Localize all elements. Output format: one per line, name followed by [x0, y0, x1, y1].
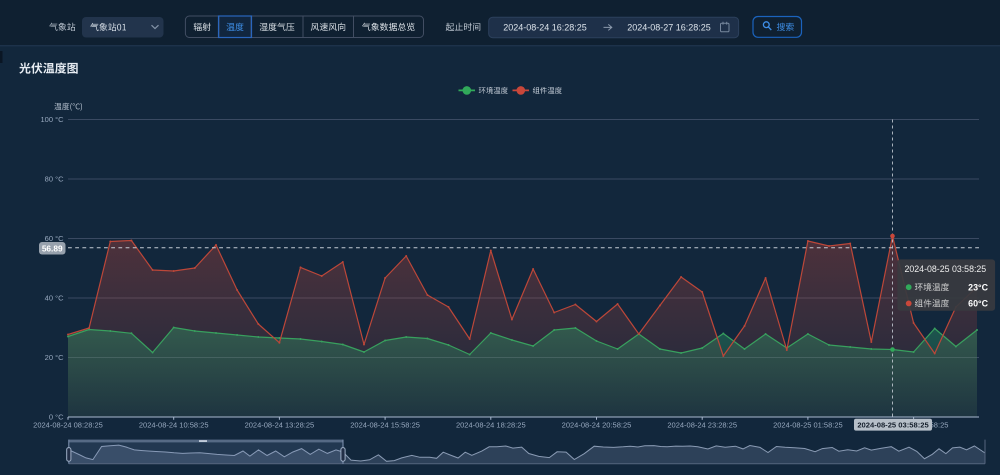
svg-text:2024-08-24 15:58:25: 2024-08-24 15:58:25	[350, 421, 420, 430]
svg-text:2024-08-25 01:58:25: 2024-08-25 01:58:25	[773, 421, 843, 430]
svg-text:23°C: 23°C	[968, 282, 988, 292]
svg-text:2024-08-24 10:58:25: 2024-08-24 10:58:25	[139, 421, 209, 430]
svg-text:2024-08-24 23:28:25: 2024-08-24 23:28:25	[667, 421, 737, 430]
svg-text:60°C: 60°C	[968, 299, 988, 309]
svg-text:40 °C: 40 °C	[45, 294, 64, 303]
svg-text:2024-08-25 03:58:25: 2024-08-25 03:58:25	[857, 420, 929, 429]
svg-text:2024-08-25 03:58:25: 2024-08-25 03:58:25	[905, 264, 987, 274]
svg-text:2024-08-24 13:28:25: 2024-08-24 13:28:25	[245, 421, 315, 430]
svg-text:2024-08-24 18:28:25: 2024-08-24 18:28:25	[456, 421, 526, 430]
svg-text:56.89: 56.89	[42, 243, 63, 253]
svg-text:100 °C: 100 °C	[40, 115, 64, 124]
svg-text:60 °C: 60 °C	[45, 234, 64, 243]
svg-text:2024-08-27 16:28:25: 2024-08-27 16:28:25	[627, 23, 711, 33]
svg-text:2024-08-24 16:28:25: 2024-08-24 16:28:25	[503, 23, 587, 33]
svg-text:2024-08-24 08:28:25: 2024-08-24 08:28:25	[33, 421, 103, 430]
svg-text:80 °C: 80 °C	[45, 175, 64, 184]
svg-text:2024-08-24 20:58:25: 2024-08-24 20:58:25	[562, 421, 632, 430]
svg-text:20 °C: 20 °C	[45, 353, 64, 362]
